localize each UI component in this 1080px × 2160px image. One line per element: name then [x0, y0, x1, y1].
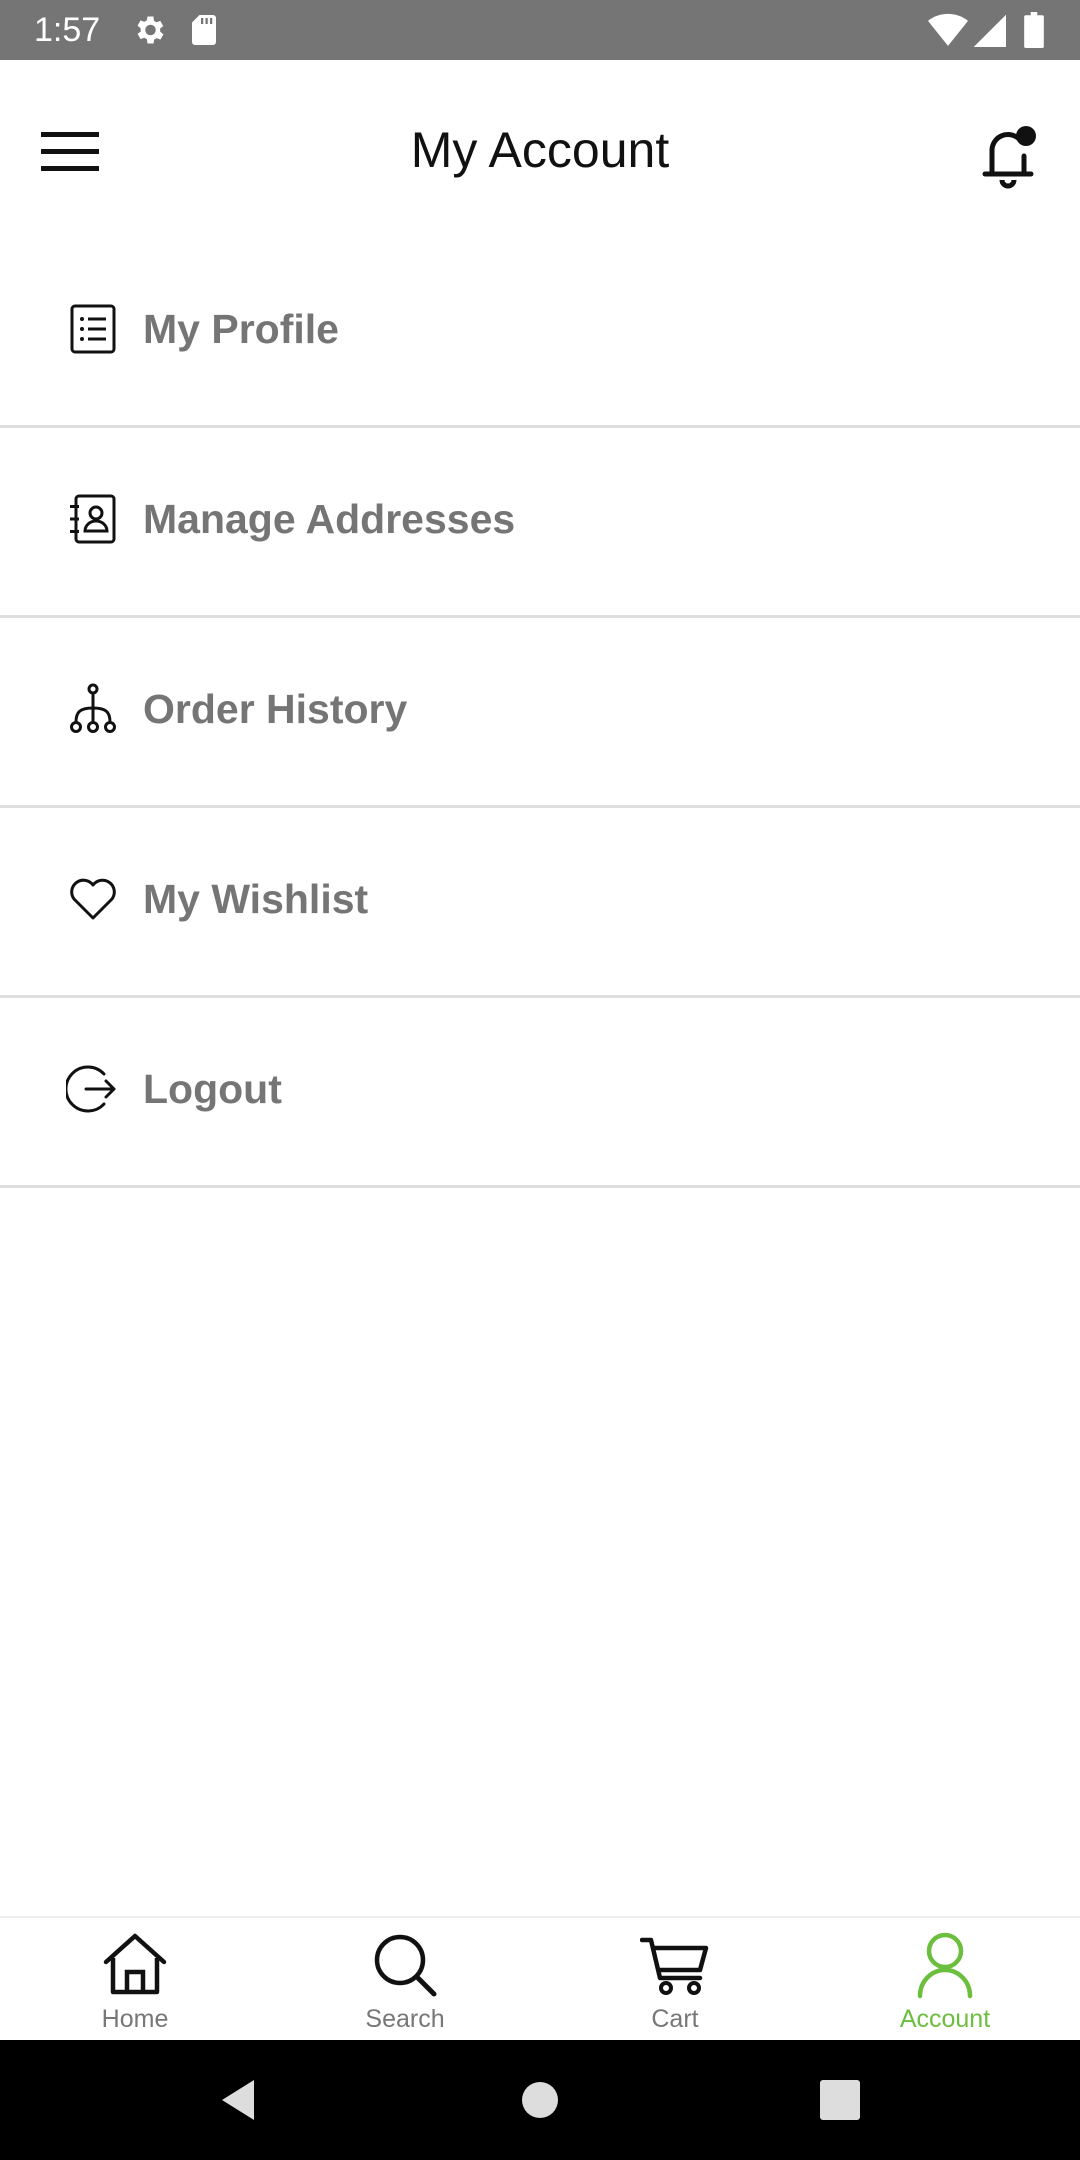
recents-icon[interactable]	[800, 2060, 880, 2140]
app-bar: My Account	[0, 60, 1080, 240]
menu-item-my-profile[interactable]: My Profile	[0, 238, 1080, 428]
battery-icon	[1024, 12, 1044, 48]
tab-home[interactable]: Home	[0, 1918, 270, 2042]
logout-icon	[66, 1065, 116, 1113]
menu-item-label: Manage Addresses	[143, 496, 516, 542]
tab-search[interactable]: Search	[270, 1918, 540, 2042]
order-tree-icon	[70, 683, 116, 733]
menu-item-manage-addresses[interactable]: Manage Addresses	[0, 428, 1080, 618]
status-time: 1:57	[34, 11, 101, 49]
tab-cart[interactable]: Cart	[540, 1918, 810, 2042]
menu-item-order-history[interactable]: Order History	[0, 618, 1080, 808]
home-circle-icon[interactable]	[500, 2060, 580, 2140]
tab-label: Account	[899, 2005, 991, 2033]
menu-item-label: Order History	[143, 686, 408, 732]
cell-signal-icon	[973, 14, 1006, 47]
status-bar: 1:57	[0, 0, 1080, 60]
tab-account[interactable]: Account	[810, 1918, 1080, 2042]
menu-item-label: My Profile	[143, 306, 339, 352]
back-icon[interactable]	[200, 2060, 280, 2140]
cart-icon	[640, 1937, 709, 1995]
account-menu: My Profile Manage Addresses Order Histor…	[0, 238, 1080, 1188]
search-icon	[374, 1934, 437, 1997]
tab-label: Home	[101, 2005, 169, 2033]
menu-item-my-wishlist[interactable]: My Wishlist	[0, 808, 1080, 998]
gear-icon	[137, 16, 164, 44]
heart-icon	[70, 878, 116, 920]
system-navigation-bar	[0, 2040, 1080, 2160]
wifi-icon	[928, 13, 968, 46]
menu-item-logout[interactable]: Logout	[0, 998, 1080, 1188]
tab-label: Cart	[651, 2005, 699, 2033]
profile-list-icon	[70, 304, 116, 354]
menu-item-label: My Wishlist	[143, 876, 369, 922]
menu-item-label: Logout	[143, 1066, 282, 1112]
sd-card-icon	[192, 15, 216, 45]
account-icon	[917, 1932, 973, 1999]
home-icon	[103, 1933, 167, 1995]
address-book-icon	[70, 494, 116, 544]
bottom-navigation: Home Search Cart Account	[0, 1916, 1080, 2040]
page-title: My Account	[410, 122, 670, 178]
tab-label: Search	[365, 2005, 445, 2033]
notification-bell-icon[interactable]	[966, 112, 1050, 196]
